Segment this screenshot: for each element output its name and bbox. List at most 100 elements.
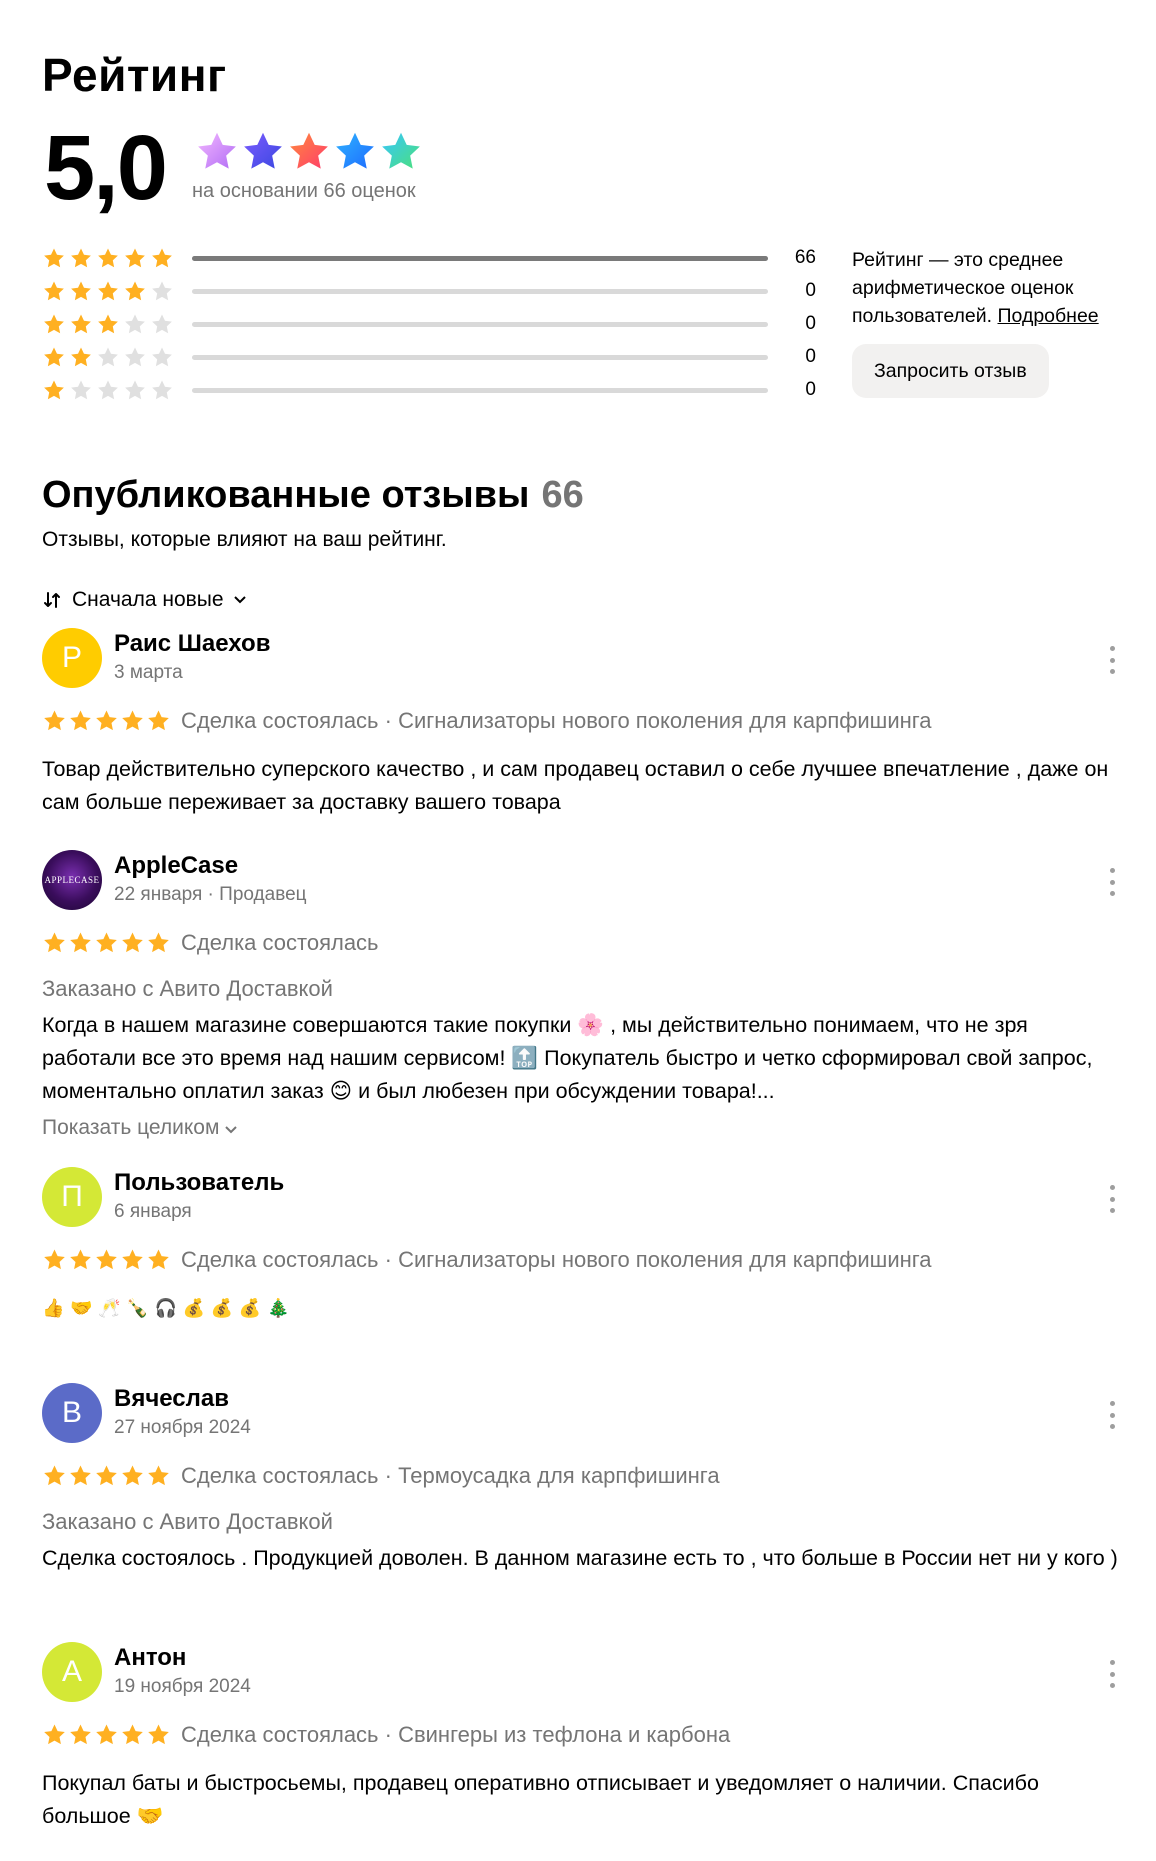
rating-distribution-row: 0 xyxy=(42,374,816,407)
star-icon xyxy=(148,1465,169,1486)
row-progress-fill xyxy=(192,256,768,261)
star-icon xyxy=(71,248,91,268)
rating-distribution-row: 66 xyxy=(42,242,816,275)
review-date: 6 января xyxy=(114,1201,192,1222)
star-icon xyxy=(96,932,117,953)
row-stars xyxy=(42,247,194,270)
star-icon xyxy=(152,314,172,334)
star-icon xyxy=(98,347,118,367)
review-date: 27 ноября 2024 xyxy=(114,1417,251,1438)
rating-title: Рейтинг xyxy=(42,49,227,101)
star-icon xyxy=(122,710,143,731)
average-score: 5,0 xyxy=(44,117,168,219)
star-icon xyxy=(98,314,118,334)
review-text: Товар действительно суперского качество … xyxy=(42,757,1109,814)
star-icon xyxy=(382,132,420,169)
star-icon xyxy=(98,380,118,400)
review-deal-info: Сделка состоялась · Свингеры из тефлона … xyxy=(181,1722,731,1747)
review-text: Сделка состоялось . Продукцией доволен. … xyxy=(42,1546,1118,1570)
review-deal-info: Сделка состоялась · Термоусадка для карп… xyxy=(181,1463,720,1488)
star-icon xyxy=(71,380,91,400)
star-icon xyxy=(98,248,118,268)
avatar: А xyxy=(42,1642,102,1702)
review-meta: Сделка состоялась · Сигнализаторы нового… xyxy=(42,708,932,734)
chevron-down-icon xyxy=(233,596,246,604)
reviewer-name[interactable]: Вячеслав xyxy=(114,1385,229,1413)
star-icon xyxy=(70,1465,91,1486)
star-icon xyxy=(44,281,64,301)
more-options-icon[interactable] xyxy=(1102,1401,1122,1429)
row-progress-bar xyxy=(192,289,768,294)
chevron-down-icon xyxy=(219,1116,238,1139)
reviewer-name[interactable]: AppleCase xyxy=(114,852,238,880)
star-icon xyxy=(70,710,91,731)
star-icon xyxy=(44,1465,65,1486)
star-icon xyxy=(96,1724,117,1745)
row-count: 0 xyxy=(805,379,816,400)
review-deal-info: Сделка состоялась · Сигнализаторы нового… xyxy=(181,1247,932,1272)
rating-info: Рейтинг — это среднее арифметическое оце… xyxy=(852,246,1132,330)
review-stars xyxy=(42,1248,171,1272)
star-icon xyxy=(122,1724,143,1745)
star-icon xyxy=(336,132,374,169)
more-options-icon[interactable] xyxy=(1102,1185,1122,1213)
star-icon xyxy=(290,132,328,169)
review-meta: Сделка состоялась · Термоусадка для карп… xyxy=(42,1463,720,1489)
review-stars xyxy=(42,931,171,955)
review-date: 22 января · Продавец xyxy=(114,884,307,905)
star-icon xyxy=(98,281,118,301)
avatar: П xyxy=(42,1167,102,1227)
reviewer-name[interactable]: Пользователь xyxy=(114,1169,284,1197)
row-count: 0 xyxy=(805,313,816,334)
published-reviews-heading: Опубликованные отзывы xyxy=(42,474,530,516)
star-icon xyxy=(70,1724,91,1745)
star-icon xyxy=(44,1249,65,1270)
star-icon xyxy=(125,248,145,268)
row-progress-bar xyxy=(192,322,768,327)
sort-dropdown[interactable]: Сначала новые xyxy=(42,588,246,612)
review-stars xyxy=(42,709,171,733)
rating-distribution: 66 0 0 0 0 xyxy=(42,242,816,407)
published-reviews-title: Опубликованные отзывы 66 xyxy=(42,474,584,517)
review-date: 3 марта xyxy=(114,662,183,683)
row-stars xyxy=(42,379,194,402)
reviewer-name[interactable]: Раис Шаехов xyxy=(114,630,270,658)
more-options-icon[interactable] xyxy=(1102,646,1122,674)
row-count: 0 xyxy=(805,280,816,301)
star-icon xyxy=(148,710,169,731)
star-icon xyxy=(125,281,145,301)
star-icon xyxy=(44,710,65,731)
avatar: В xyxy=(42,1383,102,1443)
ratings-count-text: на основании 66 оценок xyxy=(192,180,416,202)
row-progress-bar xyxy=(192,388,768,393)
star-icon xyxy=(148,1249,169,1270)
show-full-link[interactable]: Показать целиком xyxy=(42,1116,238,1140)
star-icon xyxy=(125,347,145,367)
row-progress-bar xyxy=(192,355,768,360)
star-icon xyxy=(148,1724,169,1745)
rating-distribution-row: 0 xyxy=(42,275,816,308)
more-options-icon[interactable] xyxy=(1102,868,1122,896)
rating-distribution-row: 0 xyxy=(42,341,816,374)
star-icon xyxy=(96,710,117,731)
star-icon xyxy=(122,1465,143,1486)
row-stars xyxy=(42,313,194,336)
delivery-note: Заказано с Авито Доставкой xyxy=(42,976,333,1001)
more-info-link[interactable]: Подробнее xyxy=(998,305,1099,327)
star-icon xyxy=(152,347,172,367)
more-options-icon[interactable] xyxy=(1102,1660,1122,1688)
star-icon xyxy=(152,380,172,400)
avatar: APPLECASE xyxy=(42,850,102,910)
rating-distribution-row: 0 xyxy=(42,308,816,341)
star-icon xyxy=(44,380,64,400)
star-icon xyxy=(70,1249,91,1270)
sort-label: Сначала новые xyxy=(72,588,224,611)
request-review-button[interactable]: Запросить отзыв xyxy=(852,344,1049,398)
star-icon xyxy=(44,248,64,268)
review-text: 👍 🤝 🥂 🍾 🎧 💰 💰 💰 🎄 xyxy=(42,1298,290,1319)
reviewer-name[interactable]: Антон xyxy=(114,1644,186,1672)
star-icon xyxy=(44,314,64,334)
review-deal-info: Сделка состоялась xyxy=(181,930,379,955)
row-stars xyxy=(42,346,194,369)
row-count: 0 xyxy=(805,346,816,367)
